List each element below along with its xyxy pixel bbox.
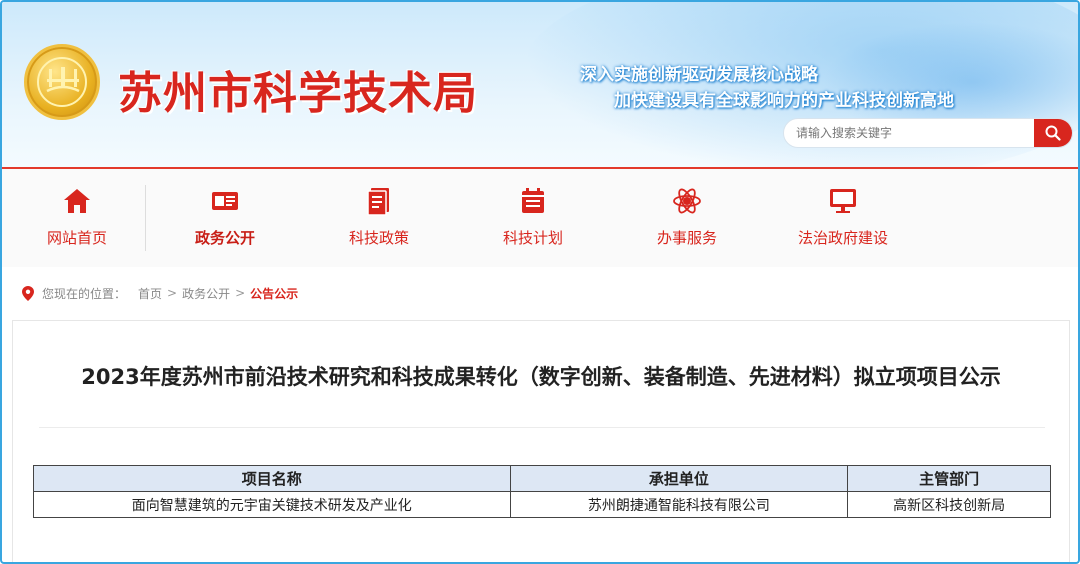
project-table: 项目名称 承担单位 主管部门 面向智慧建筑的元宇宙关键技术研发及产业化 苏州朗捷… — [33, 465, 1051, 518]
search-button[interactable] — [1034, 119, 1072, 147]
id-card-icon — [212, 192, 238, 210]
cell-competent-dept: 高新区科技创新局 — [847, 491, 1051, 518]
main-nav: 网站首页 政务公开 科技政策 科技计划 办事服务 法治政府建设 — [2, 167, 1078, 267]
search-icon — [1045, 125, 1061, 141]
breadcrumb-current[interactable]: 公告公示 — [250, 285, 298, 302]
column-header-project-name: 项目名称 — [33, 465, 511, 492]
nav-item-label: 办事服务 — [656, 229, 717, 247]
breadcrumb-link-gov-affairs[interactable]: 政务公开 — [182, 285, 230, 302]
nav-item-sci-policy[interactable]: 科技政策 — [304, 169, 454, 267]
site-title[interactable]: 苏州市科学技术局 — [118, 57, 478, 121]
article-panel: 2023年度苏州市前沿技术研究和科技成果转化（数字创新、装备制造、先进材料）拟立… — [12, 320, 1070, 562]
location-pin-icon — [22, 285, 34, 301]
breadcrumb: 您现在的位置： 首页 > 政务公开 > 公告公示 — [22, 283, 298, 303]
nav-divider — [145, 185, 146, 251]
breadcrumb-separator: > — [167, 286, 178, 300]
page-frame: 苏州市科学技术局 深入实施创新驱动发展核心战略 加快建设具有全球影响力的产业科技… — [0, 0, 1080, 564]
nav-item-label: 法治政府建设 — [797, 229, 888, 247]
cell-project-name: 面向智慧建筑的元宇宙关键技术研发及产业化 — [33, 491, 511, 518]
nav-item-home[interactable]: 网站首页 — [2, 169, 152, 267]
slogan-line-1: 深入实施创新驱动发展核心战略 — [580, 65, 818, 85]
monitor-icon — [830, 189, 856, 213]
table-row: 面向智慧建筑的元宇宙关键技术研发及产业化 苏州朗捷通智能科技有限公司 高新区科技… — [33, 491, 1051, 518]
nav-item-rule-of-law[interactable]: 法治政府建设 — [768, 169, 918, 267]
column-header-undertaking-unit: 承担单位 — [509, 465, 849, 492]
nav-item-label: 网站首页 — [46, 229, 107, 247]
document-icon — [367, 188, 389, 216]
nav-item-sci-plan[interactable]: 科技计划 — [458, 169, 608, 267]
column-header-competent-dept: 主管部门 — [847, 465, 1051, 492]
nav-item-label: 政务公开 — [194, 229, 255, 247]
site-header: 苏州市科学技术局 深入实施创新驱动发展核心战略 加快建设具有全球影响力的产业科技… — [2, 2, 1078, 167]
article-title: 2023年度苏州市前沿技术研究和科技成果转化（数字创新、装备制造、先进材料）拟立… — [81, 365, 1001, 389]
breadcrumb-link-home[interactable]: 首页 — [138, 285, 162, 302]
search-bar — [783, 118, 1073, 148]
calendar-icon — [522, 188, 544, 213]
site-logo-seal[interactable] — [24, 44, 100, 120]
nav-item-services[interactable]: 办事服务 — [612, 169, 762, 267]
slogan-line-2: 加快建设具有全球影响力的产业科技创新高地 — [614, 91, 954, 111]
search-input[interactable] — [796, 119, 1036, 147]
nav-item-gov-affairs[interactable]: 政务公开 — [150, 169, 300, 267]
breadcrumb-separator: > — [235, 286, 246, 300]
atom-icon — [673, 188, 701, 214]
cell-undertaking-unit: 苏州朗捷通智能科技有限公司 — [509, 491, 849, 518]
table-header-row: 项目名称 承担单位 主管部门 — [33, 465, 1051, 492]
title-divider — [39, 427, 1045, 428]
breadcrumb-prefix: 您现在的位置： — [42, 286, 127, 301]
logo-emblem-icon — [46, 67, 80, 93]
home-icon — [64, 189, 90, 213]
nav-item-label: 科技计划 — [502, 229, 563, 247]
nav-item-label: 科技政策 — [348, 229, 409, 247]
